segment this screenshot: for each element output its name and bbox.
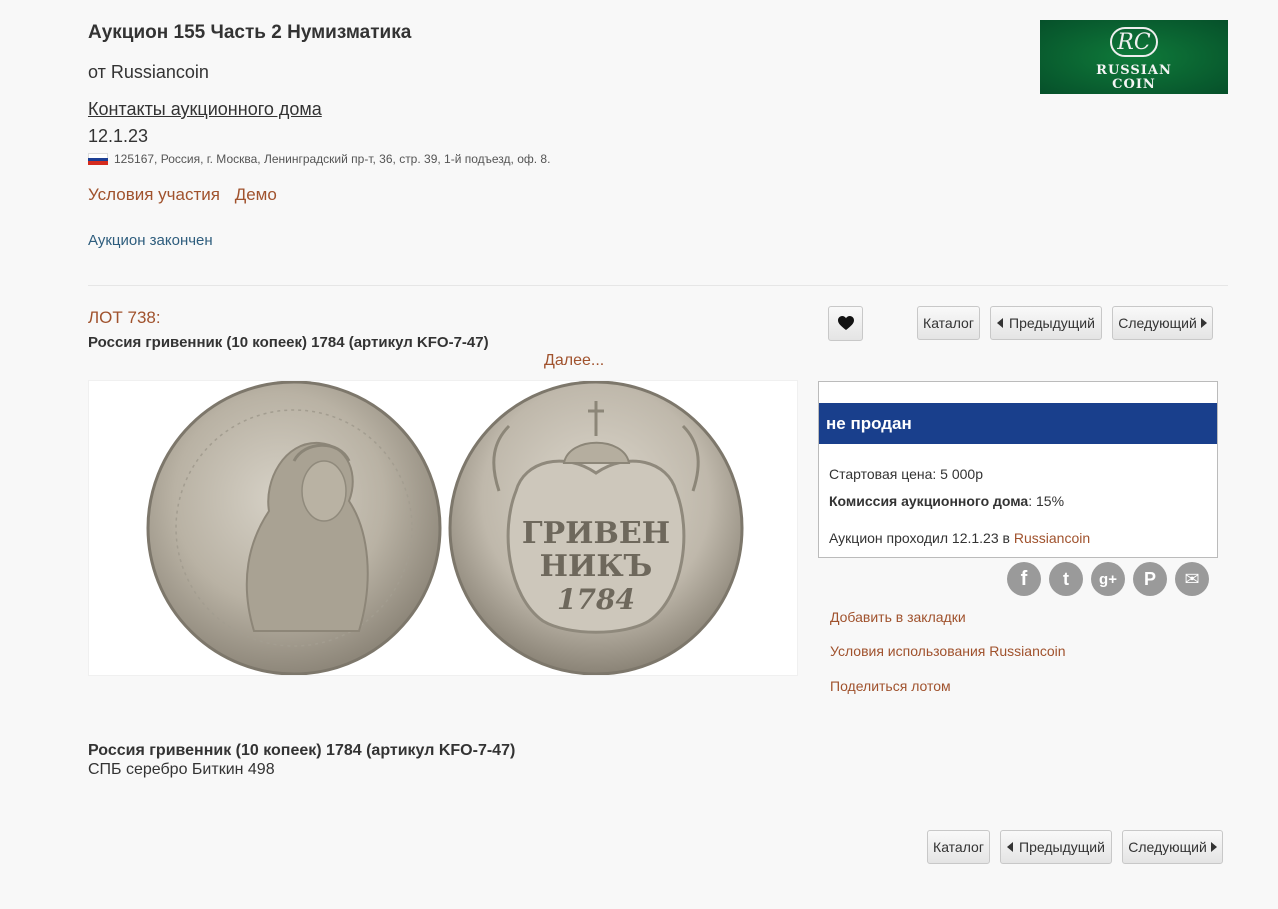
next-button-top[interactable]: Следующий: [1112, 306, 1213, 340]
address-line: 125167, Россия, г. Москва, Ленинградский…: [88, 152, 550, 166]
email-icon[interactable]: ✉: [1175, 562, 1209, 596]
divider: [88, 285, 1228, 286]
auction-title: Аукцион 155 Часть 2 Нумизматика: [88, 22, 412, 43]
catalog-label: Каталог: [933, 839, 984, 855]
auction-status: Аукцион закончен: [88, 232, 213, 249]
facebook-icon[interactable]: f: [1007, 562, 1041, 596]
logo-line-2: COIN: [1112, 77, 1156, 92]
chevron-left-icon: [997, 318, 1004, 328]
chevron-right-icon: [1200, 318, 1207, 328]
logo-line-1: RUSSIAN: [1096, 63, 1172, 78]
catalog-button-top[interactable]: Каталог: [917, 306, 980, 340]
status-badge: не продан: [819, 403, 1217, 444]
reverse-legend-2: НИКЪ: [540, 549, 653, 584]
share-lot-link[interactable]: Поделиться лотом: [830, 678, 951, 694]
coin-obverse: [146, 381, 442, 675]
catalog-label: Каталог: [923, 315, 974, 331]
heart-icon: [837, 316, 854, 330]
held-link[interactable]: Russiancoin: [1014, 530, 1090, 546]
reverse-legend-1: ГРИВЕН: [522, 516, 670, 551]
held-text: Аукцион проходил 12.1.23 в: [829, 530, 1010, 546]
russia-flag-icon: [88, 153, 108, 166]
auction-house-name: от Russiancoin: [88, 62, 209, 82]
address-text: 125167, Россия, г. Москва, Ленинградский…: [114, 152, 551, 166]
start-price-label: Стартовая цена:: [829, 466, 937, 482]
description-title: Россия гривенник (10 копеек) 1784 (артик…: [88, 742, 516, 759]
terms-link[interactable]: Условия участия: [88, 185, 220, 204]
held-row: Аукцион проходил 12.1.23 в Russiancoin: [829, 530, 1090, 546]
coin-photo-icon: ГРИВЕН НИКЪ 1784: [146, 381, 744, 675]
commission-row: Комиссия аукционного дома: 15%: [829, 493, 1064, 509]
chevron-right-icon: [1210, 842, 1217, 852]
prev-button-top[interactable]: Предыдущий: [990, 306, 1102, 340]
more-link[interactable]: Далее...: [544, 352, 604, 370]
prev-label: Предыдущий: [1019, 839, 1105, 855]
lot-image[interactable]: ГРИВЕН НИКЪ 1784: [88, 380, 798, 676]
lot-title: Россия гривенник (10 копеек) 1784 (артик…: [88, 334, 489, 351]
contacts-link[interactable]: Контакты аукционного дома: [88, 99, 322, 120]
lot-number: ЛОТ 738:: [88, 308, 161, 327]
demo-link[interactable]: Демо: [235, 185, 277, 204]
auction-date: 12.1.23: [88, 126, 149, 146]
twitter-icon[interactable]: t: [1049, 562, 1083, 596]
pinterest-icon[interactable]: P: [1133, 562, 1167, 596]
chevron-left-icon: [1007, 842, 1014, 852]
commission-value: : 15%: [1028, 493, 1065, 509]
next-button-bottom[interactable]: Следующий: [1122, 830, 1223, 864]
catalog-button-bottom[interactable]: Каталог: [927, 830, 990, 864]
logo-monogram: RC: [1110, 27, 1158, 57]
commission-label: Комиссия аукционного дома: [829, 493, 1029, 509]
lot-status-panel: не продан Стартовая цена: 5 000р Комисси…: [818, 381, 1218, 558]
start-price-value: 5 000р: [940, 466, 983, 482]
next-label: Следующий: [1118, 315, 1197, 331]
terms-row: Условия участия Демо: [88, 185, 287, 205]
coin-reverse: ГРИВЕН НИКЪ 1784: [448, 381, 744, 675]
favorite-button[interactable]: [828, 306, 863, 341]
russiancoin-logo[interactable]: RC RUSSIAN COIN: [1040, 20, 1228, 94]
next-label: Следующий: [1128, 839, 1207, 855]
terms-of-use-link[interactable]: Условия использования Russiancoin: [830, 643, 1066, 659]
start-price-row: Стартовая цена: 5 000р: [829, 466, 983, 482]
prev-button-bottom[interactable]: Предыдущий: [1000, 830, 1112, 864]
google-plus-icon[interactable]: g+: [1091, 562, 1125, 596]
description-text: СПБ серебро Биткин 498: [88, 761, 275, 778]
prev-label: Предыдущий: [1009, 315, 1095, 331]
reverse-year: 1784: [557, 583, 635, 616]
bookmark-link[interactable]: Добавить в закладки: [830, 609, 966, 625]
